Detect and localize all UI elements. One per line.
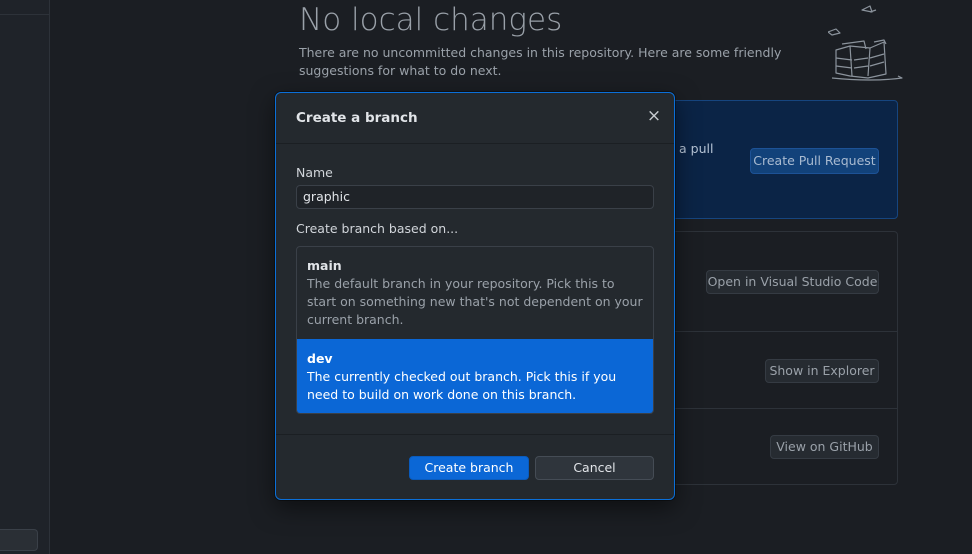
branch-option-name: dev bbox=[307, 351, 333, 366]
branch-option-description: The default branch in your repository. P… bbox=[307, 276, 643, 327]
empty-state-illustration bbox=[828, 5, 903, 81]
view-on-github-button[interactable]: View on GitHub bbox=[770, 435, 879, 459]
repository-sidebar bbox=[0, 0, 50, 554]
branch-list: main The default branch in your reposito… bbox=[296, 246, 654, 414]
suggestion-divider bbox=[673, 408, 897, 409]
page-subtitle: There are no uncommitted changes in this… bbox=[299, 45, 782, 78]
branch-option-main[interactable]: main The default branch in your reposito… bbox=[297, 257, 653, 339]
suggestions-card: Open in Visual Studio Code Show in Explo… bbox=[672, 231, 898, 485]
close-icon[interactable]: × bbox=[646, 107, 662, 125]
branch-option-name: main bbox=[307, 258, 342, 273]
sidebar-bottom-button[interactable] bbox=[0, 529, 38, 551]
page-title: No local changes bbox=[299, 2, 563, 38]
cancel-button[interactable]: Cancel bbox=[535, 456, 654, 480]
create-branch-dialog: Create a branch × Name graphic Create br… bbox=[275, 92, 675, 500]
based-on-label: Create branch based on... bbox=[296, 221, 459, 236]
sidebar-header bbox=[0, 0, 49, 15]
dialog-footer-divider bbox=[276, 434, 674, 435]
dialog-header: Create a branch × bbox=[276, 93, 674, 144]
branch-name-input[interactable]: graphic bbox=[296, 185, 654, 209]
branch-option-description: The currently checked out branch. Pick t… bbox=[307, 369, 617, 402]
pull-request-card: a pull Create Pull Request bbox=[672, 100, 898, 219]
branch-option-dev[interactable]: dev The currently checked out branch. Pi… bbox=[297, 339, 653, 413]
dialog-title: Create a branch bbox=[296, 110, 418, 126]
show-in-explorer-button[interactable]: Show in Explorer bbox=[765, 359, 879, 383]
create-pull-request-button[interactable]: Create Pull Request bbox=[750, 148, 879, 174]
create-branch-button[interactable]: Create branch bbox=[409, 456, 529, 480]
name-label: Name bbox=[296, 165, 333, 180]
pull-request-description: a pull bbox=[679, 141, 714, 156]
suggestion-divider bbox=[673, 331, 897, 332]
open-in-editor-button[interactable]: Open in Visual Studio Code bbox=[706, 270, 879, 294]
